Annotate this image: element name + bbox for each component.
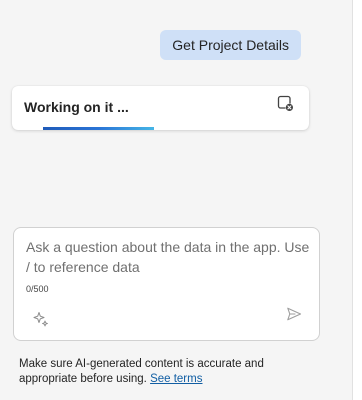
send-icon [286, 306, 302, 327]
see-terms-link[interactable]: See terms [150, 373, 202, 385]
chat-input-field[interactable] [26, 237, 316, 281]
working-status-card: Working on it ... [12, 86, 309, 130]
copilot-chat-pane: Get Project Details Working on it ... 0/… [0, 0, 352, 400]
chat-input-box: 0/500 [13, 227, 320, 341]
progress-bar [43, 127, 154, 130]
character-count: 0/500 [26, 284, 49, 294]
stop-response-button[interactable] [275, 95, 295, 117]
disclaimer-text: Make sure AI-generated content is accura… [19, 358, 264, 385]
sparkle-icon [32, 310, 50, 333]
prompt-suggestions-button[interactable] [30, 310, 52, 332]
user-message-bubble: Get Project Details [160, 30, 301, 60]
send-button[interactable] [283, 305, 305, 327]
ai-disclaimer: Make sure AI-generated content is accura… [19, 357, 319, 387]
progress-fill [43, 127, 154, 130]
right-gutter [353, 0, 362, 400]
working-status-label: Working on it ... [24, 99, 129, 115]
stop-response-icon [277, 95, 294, 117]
